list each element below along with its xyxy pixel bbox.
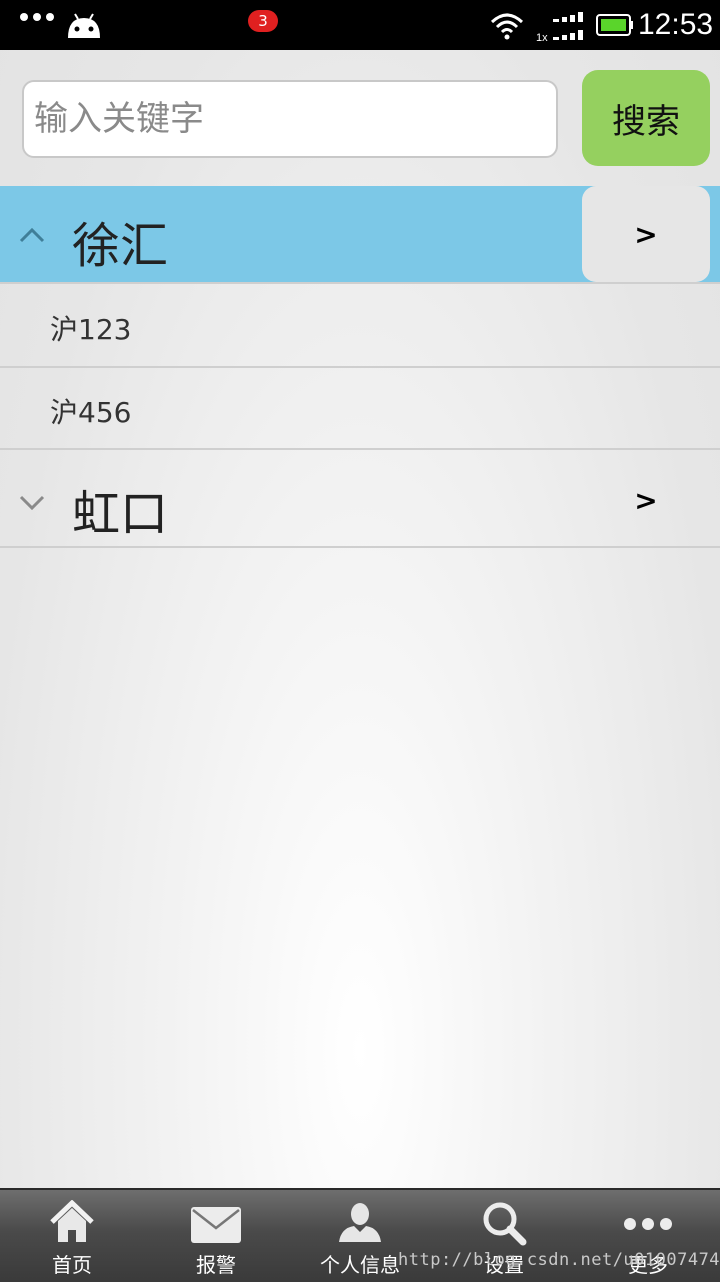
more-icon	[624, 1218, 672, 1230]
group-header-xuhui[interactable]: 徐汇 >	[0, 186, 720, 282]
user-icon	[339, 1203, 381, 1242]
list-item-label: 沪123	[50, 313, 132, 346]
watermark: http://blog.csdn.net/u010074743	[398, 1250, 720, 1270]
group-arrow-button[interactable]: >	[582, 186, 710, 282]
group-arrow-button[interactable]: >	[582, 452, 710, 548]
android-icon	[68, 13, 100, 38]
alarm-badge: 3	[248, 10, 278, 32]
list-item[interactable]: 沪123	[0, 284, 720, 366]
notification-dots-icon	[20, 13, 54, 21]
clock: 12:53	[638, 8, 714, 41]
network-type-label: 1x	[536, 32, 548, 44]
search-button[interactable]: 搜索	[582, 70, 710, 166]
tab-label: 首页	[52, 1253, 92, 1277]
signal-icon: 1x	[536, 12, 583, 44]
tab-alarm[interactable]: 报警	[144, 1190, 288, 1282]
list-item-label: 沪456	[50, 396, 132, 429]
search-icon	[483, 1202, 527, 1246]
chevron-up-icon	[19, 227, 45, 243]
list-item[interactable]: 沪456	[0, 367, 720, 449]
group-header-hongkou[interactable]: 虹口 >	[0, 450, 720, 546]
tab-label: 报警	[196, 1253, 236, 1277]
divider	[0, 546, 720, 548]
search-input[interactable]	[22, 80, 558, 158]
battery-icon	[596, 14, 633, 36]
status-bar: 1x 12:53	[0, 0, 720, 50]
wifi-icon	[490, 13, 524, 40]
mail-icon	[191, 1207, 241, 1243]
group-title: 虹口	[72, 486, 169, 542]
chevron-down-icon	[19, 495, 45, 511]
tab-home[interactable]: 首页	[0, 1190, 144, 1282]
home-icon	[50, 1200, 94, 1242]
group-title: 徐汇	[72, 218, 169, 274]
